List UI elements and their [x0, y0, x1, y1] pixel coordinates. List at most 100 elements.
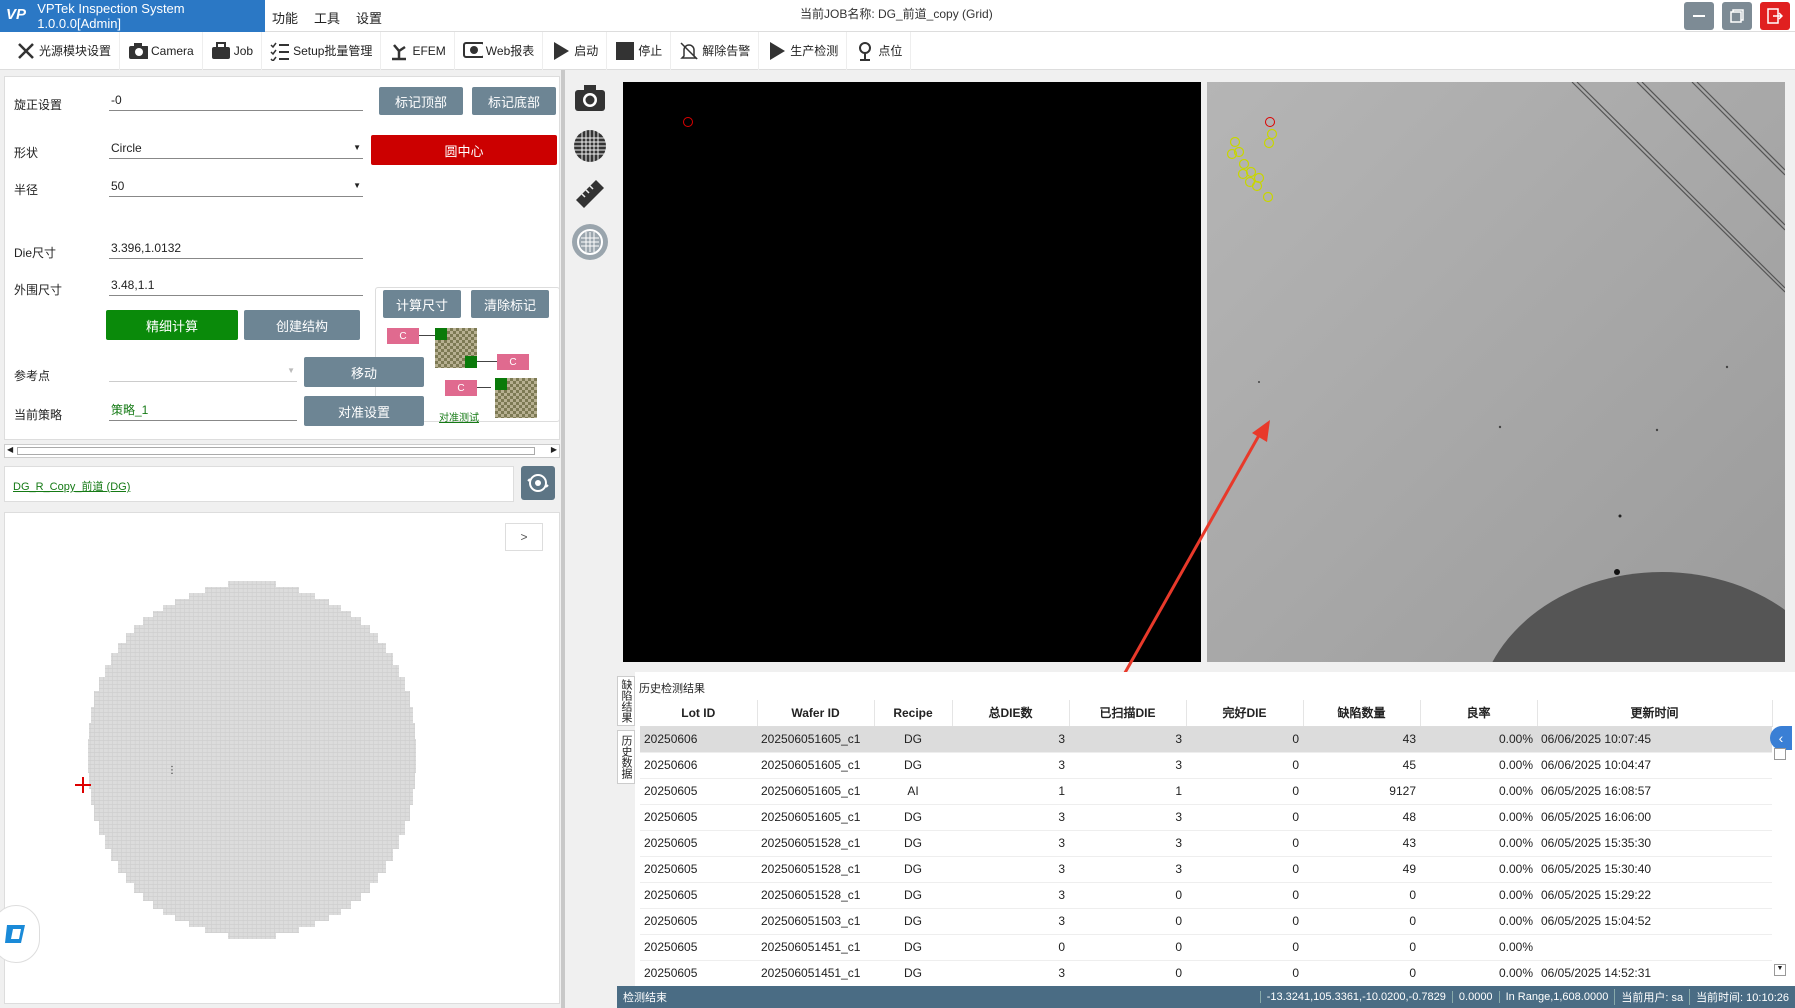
start-button[interactable]: 启动 [543, 31, 608, 70]
collapse-panel-button[interactable]: ‹ [1770, 726, 1792, 750]
camera-view-left[interactable] [623, 82, 1201, 662]
move-button[interactable]: 移动 [304, 357, 424, 387]
column-header[interactable]: 完好DIE [1186, 700, 1304, 727]
horizontal-scrollbar[interactable]: ◀ ▶ [4, 444, 560, 458]
table-cell: 20250606 [640, 752, 757, 779]
table-cell: DG [874, 960, 952, 987]
table-row[interactable]: 20250606 202506051605_c1 DG 3 3 0 43 0.00% 06/06… [640, 726, 1772, 753]
die-size-input[interactable]: 3.396,1.0132 [109, 239, 363, 259]
menu-tools[interactable]: 工具 [314, 8, 340, 27]
floating-assistant-button[interactable] [0, 905, 40, 963]
web-report-button[interactable]: Web报表 [455, 31, 544, 70]
start-label: 启动 [574, 44, 599, 58]
table-cell: 0.00% [1420, 908, 1537, 935]
scroll-thumb[interactable] [17, 447, 535, 455]
menu-settings[interactable]: 设置 [356, 8, 382, 27]
minimize-button[interactable] [1684, 2, 1714, 30]
table-row[interactable]: 20250605 202506051528_c1 DG 3 3 0 43 0.00% 06/05… [640, 830, 1772, 857]
production-inspect-button[interactable]: 生产检测 [759, 31, 848, 70]
table-row[interactable]: 20250606 202506051605_c1 DG 3 3 0 45 0.00% 06/06… [640, 752, 1772, 779]
table-cell: DG [874, 856, 952, 883]
scroll-down-icon[interactable]: ▼ [1774, 964, 1786, 976]
column-header[interactable]: Wafer ID [757, 700, 875, 727]
column-header[interactable]: 已扫描DIE [1069, 700, 1187, 727]
history-table: Lot ID Wafer ID Recipe 总DIE数 已扫描DIE 完好DI… [640, 700, 1773, 987]
table-cell: 9127 [1303, 778, 1420, 805]
wafer-map[interactable]: ⋮ [5, 513, 561, 1005]
mark-top-button[interactable]: 标记顶部 [379, 87, 463, 115]
clear-alarm-button[interactable]: 解除告警 [671, 31, 760, 70]
chevron-down-icon: ▼ [353, 143, 361, 152]
table-cell: 0 [1303, 908, 1420, 935]
column-header[interactable]: 良率 [1420, 700, 1538, 727]
fine-calc-button[interactable]: 精细计算 [106, 310, 238, 340]
calc-size-button[interactable]: 计算尺寸 [383, 290, 461, 318]
column-header[interactable]: Recipe [874, 700, 953, 727]
radius-select[interactable]: 50 ▼ [109, 177, 363, 197]
setup-batch-button[interactable]: Setup批量管理 [262, 31, 382, 70]
scroll-left-icon[interactable]: ◀ [7, 445, 13, 454]
die-corner-marker [435, 328, 447, 340]
exit-icon [1767, 8, 1783, 24]
create-structure-button[interactable]: 创建结构 [244, 310, 360, 340]
recipe-link[interactable]: DG_R_Copy_前道 (DG) [13, 478, 130, 494]
column-header[interactable]: 缺陷数量 [1303, 700, 1421, 727]
menu-function[interactable]: 功能 [272, 8, 298, 27]
shape-select[interactable]: Circle ▼ [109, 139, 363, 159]
job-label: Job [233, 43, 254, 58]
table-cell: DG [874, 934, 952, 961]
align-test-link[interactable]: 对准测试 [439, 409, 479, 424]
mark-bottom-button[interactable]: 标记底部 [472, 87, 556, 115]
points-button[interactable]: 点位 [847, 31, 912, 70]
recipe-refresh-button[interactable] [521, 466, 555, 500]
chevron-down-icon: ▼ [287, 366, 295, 375]
camera-button[interactable]: Camera [120, 31, 203, 70]
camera-view-right[interactable] [1207, 82, 1785, 662]
scroll-right-icon[interactable]: ▶ [551, 445, 557, 454]
maximize-button[interactable] [1722, 2, 1752, 30]
circle-center-button[interactable]: 圆中心 [371, 135, 557, 165]
tab-defect-results[interactable]: 缺陷结果 [617, 676, 635, 726]
job-button[interactable]: Job [203, 31, 263, 70]
ref-point-select[interactable]: ▼ [109, 362, 297, 382]
table-cell: 06/05/2025 15:04:52 [1537, 908, 1772, 935]
efem-button[interactable]: EFEM [381, 31, 455, 70]
table-row[interactable]: 20250605 202506051605_c1 AI 1 1 0 9127 0.00% 06/… [640, 778, 1772, 805]
table-row[interactable]: 20250605 202506051605_c1 DG 3 3 0 48 0.00% 06/05… [640, 804, 1772, 831]
c-marker: C [497, 354, 529, 370]
table-cell: 0.00% [1420, 882, 1537, 909]
strategy-input[interactable]: 策略_1 [109, 401, 297, 421]
points-label: 点位 [878, 44, 903, 58]
scrollbar-thumb[interactable] [1774, 748, 1786, 760]
table-row[interactable]: 20250605 202506051503_c1 DG 3 0 0 0 0.00% 06/05/… [640, 908, 1772, 935]
outer-size-input[interactable]: 3.48,1.1 [109, 276, 363, 296]
capture-button[interactable] [572, 80, 608, 116]
clear-mark-button[interactable]: 清除标记 [471, 290, 549, 318]
grid-view-button[interactable] [572, 128, 608, 164]
column-header[interactable]: Lot ID [640, 700, 758, 727]
column-header[interactable]: 总DIE数 [952, 700, 1070, 727]
table-row[interactable]: 20250605 202506051451_c1 DG 0 0 0 0 0.00% [640, 934, 1772, 961]
table-row[interactable]: 20250605 202506051528_c1 DG 3 0 0 0 0.00% 06/05/… [640, 882, 1772, 909]
close-button[interactable] [1760, 2, 1790, 30]
table-cell: 06/05/2025 15:35:30 [1537, 830, 1772, 857]
table-cell: 202506051528_c1 [757, 856, 874, 883]
rotation-input[interactable]: -0 [109, 91, 363, 111]
stop-button[interactable]: 停止 [607, 31, 672, 70]
light-module-button[interactable]: 光源模块设置 [8, 31, 121, 70]
table-row[interactable]: 20250605 202506051451_c1 DG 3 0 0 0 0.00% 06/05/… [640, 960, 1772, 987]
table-cell: 0 [1069, 908, 1186, 935]
column-header[interactable]: 更新时间 [1537, 700, 1773, 727]
ruler-icon [576, 180, 604, 208]
measure-button[interactable] [572, 176, 608, 212]
table-cell: 3 [952, 882, 1069, 909]
align-setup-button[interactable]: 对准设置 [304, 396, 424, 426]
tab-history-data[interactable]: 历史数据 [617, 730, 635, 784]
table-cell: 06/05/2025 14:52:31 [1537, 960, 1772, 987]
wafer-settings-button[interactable] [572, 224, 608, 260]
table-row[interactable]: 20250605 202506051528_c1 DG 3 3 0 49 0.00% 06/05… [640, 856, 1772, 883]
table-cell: 20250605 [640, 778, 757, 805]
table-cell: 20250605 [640, 908, 757, 935]
table-cell: 49 [1303, 856, 1420, 883]
strategy-label: 当前策略 [14, 408, 63, 422]
